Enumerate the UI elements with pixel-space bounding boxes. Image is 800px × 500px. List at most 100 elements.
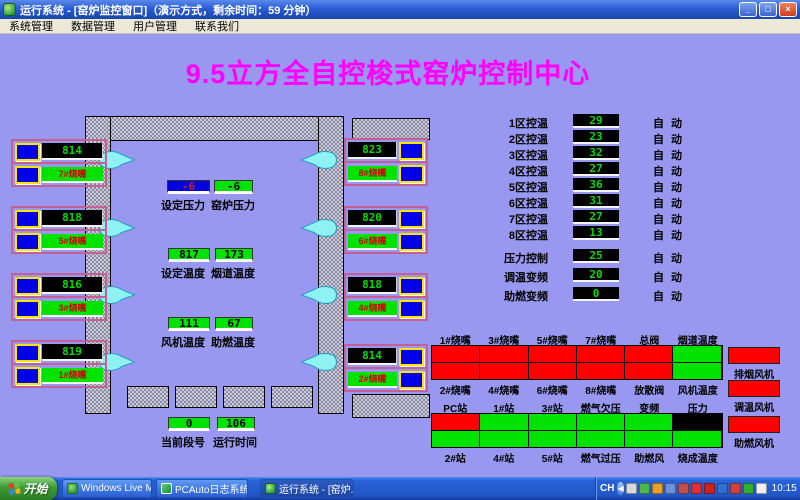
taskbar-clock: 10:15	[772, 483, 797, 494]
control-label: 调温变频	[470, 269, 548, 285]
taskbar-task-pcauto[interactable]: PCAuto日志系统	[156, 479, 248, 498]
burner-button[interactable]	[15, 166, 40, 184]
zone-mode[interactable]: 自 动	[653, 211, 684, 227]
tray-icon[interactable]	[678, 483, 689, 494]
status-label: 4#烧嘴	[480, 382, 529, 397]
close-button-icon[interactable]: ×	[779, 2, 797, 17]
kiln-pressure-label: 窑炉压力	[211, 197, 255, 213]
tray-icon[interactable]	[743, 483, 754, 494]
burner-button[interactable]	[15, 300, 40, 318]
tray-icon[interactable]	[717, 483, 728, 494]
zone-value-display: 23	[573, 130, 619, 144]
zone-label: 3区控温	[470, 147, 548, 163]
burner-button[interactable]	[15, 277, 40, 295]
burner-label: 1#烧嘴	[42, 368, 103, 384]
minimize-button-icon[interactable]: _	[739, 2, 757, 17]
status-label: 8#烧嘴	[577, 382, 626, 397]
status-cell	[529, 363, 576, 379]
messenger-icon	[67, 483, 78, 494]
status-label: 助燃风	[625, 450, 674, 465]
zone-row: 1区控温29自 动	[470, 114, 705, 130]
menu-item-data-mgmt[interactable]: 数据管理	[62, 18, 124, 34]
temper-fan-indicator	[728, 380, 780, 397]
fan-temp-label: 风机温度	[161, 334, 205, 350]
status-cell	[529, 414, 576, 430]
zone-mode[interactable]: 自 动	[653, 179, 684, 195]
zone-row: 3区控温32自 动	[470, 146, 705, 162]
burner-label: 3#烧嘴	[42, 301, 103, 317]
burner-button[interactable]	[399, 210, 424, 228]
tray-icon[interactable]	[626, 483, 637, 494]
language-indicator[interactable]: CH	[600, 483, 614, 494]
taskbar-task-messenger[interactable]: Windows Live Mes...	[62, 479, 152, 498]
taskbar-task-runtime[interactable]: 运行系统 - [窑炉...	[260, 479, 354, 498]
start-button[interactable]: 开始	[0, 477, 57, 500]
burner-unit-2: 814 2#烧嘴	[344, 344, 428, 392]
zone-mode[interactable]: 自 动	[653, 195, 684, 211]
tray-icon[interactable]	[730, 483, 741, 494]
menu-item-system-mgmt[interactable]: 系统管理	[0, 18, 62, 34]
restore-button-icon[interactable]: □	[759, 2, 777, 17]
burner-unit-8: 823 8#烧嘴	[344, 138, 428, 186]
status-label: 2#烧嘴	[431, 382, 480, 397]
control-mode[interactable]: 自 动	[653, 250, 684, 266]
set-pressure-display[interactable]: -6	[167, 180, 210, 194]
tray-icon[interactable]	[704, 483, 715, 494]
zone-mode[interactable]: 自 动	[653, 147, 684, 163]
app-icon	[265, 483, 276, 494]
desktop: 运行系统 - [窑炉监控窗口]（演示方式，剩余时间：59 分钟） _ □ × 系…	[0, 0, 800, 500]
zone-mode[interactable]: 自 动	[653, 131, 684, 147]
burner-button[interactable]	[399, 233, 424, 251]
kiln-pressure-display: -6	[214, 180, 253, 194]
burner-button[interactable]	[15, 233, 40, 251]
run-time-label: 运行时间	[213, 434, 257, 450]
window-controls: _ □ ×	[739, 2, 797, 17]
kiln-car	[271, 386, 313, 408]
burner-button[interactable]	[399, 300, 424, 318]
flue-duct-bottom	[352, 394, 430, 418]
burner-button[interactable]	[399, 142, 424, 160]
tray-icon[interactable]	[756, 483, 767, 494]
status-label: 燃气过压	[577, 450, 626, 465]
menu-item-contact[interactable]: 联系我们	[186, 18, 248, 34]
zone-mode[interactable]: 自 动	[653, 227, 684, 243]
kiln-car	[127, 386, 169, 408]
status-label: 5#站	[528, 450, 577, 465]
status-cell	[625, 414, 672, 430]
status-label: 风机温度	[674, 382, 723, 397]
status-cell	[432, 414, 479, 430]
status-cell	[673, 431, 720, 447]
control-label: 压力控制	[470, 250, 548, 266]
menu-item-user-mgmt[interactable]: 用户管理	[124, 18, 186, 34]
control-value-display: 20	[573, 268, 619, 282]
burner-button[interactable]	[399, 371, 424, 389]
collapse-tray-icon[interactable]: ◀	[617, 482, 623, 495]
zone-mode[interactable]: 自 动	[653, 163, 684, 179]
status-cell	[673, 346, 720, 362]
tray-icon[interactable]	[639, 483, 650, 494]
burner-unit-5: 818 5#烧嘴	[11, 206, 107, 254]
burner-button[interactable]	[399, 165, 424, 183]
burner-button[interactable]	[15, 210, 40, 228]
burner-button[interactable]	[399, 277, 424, 295]
kiln-wall-top	[85, 116, 344, 141]
tray-icon[interactable]	[652, 483, 663, 494]
zone-value-display: 31	[573, 194, 619, 208]
status-cell	[673, 363, 720, 379]
tray-icon[interactable]	[665, 483, 676, 494]
set-temp-display[interactable]: 817	[168, 248, 210, 262]
burner-button[interactable]	[15, 143, 40, 161]
tray-icon[interactable]	[691, 483, 702, 494]
burner-button[interactable]	[15, 367, 40, 385]
start-button-label: 开始	[23, 480, 47, 497]
station-status-grid	[431, 413, 723, 448]
combustion-fan-label: 助燃风机	[722, 435, 786, 450]
control-mode[interactable]: 自 动	[653, 269, 684, 285]
burner-button[interactable]	[15, 344, 40, 362]
zone-value-display: 27	[573, 162, 619, 176]
task-label: 运行系统 - [窑炉...	[279, 481, 354, 496]
control-mode[interactable]: 自 动	[653, 288, 684, 304]
zone-mode[interactable]: 自 动	[653, 115, 684, 131]
exhaust-fan-indicator	[728, 347, 780, 364]
burner-button[interactable]	[399, 348, 424, 366]
